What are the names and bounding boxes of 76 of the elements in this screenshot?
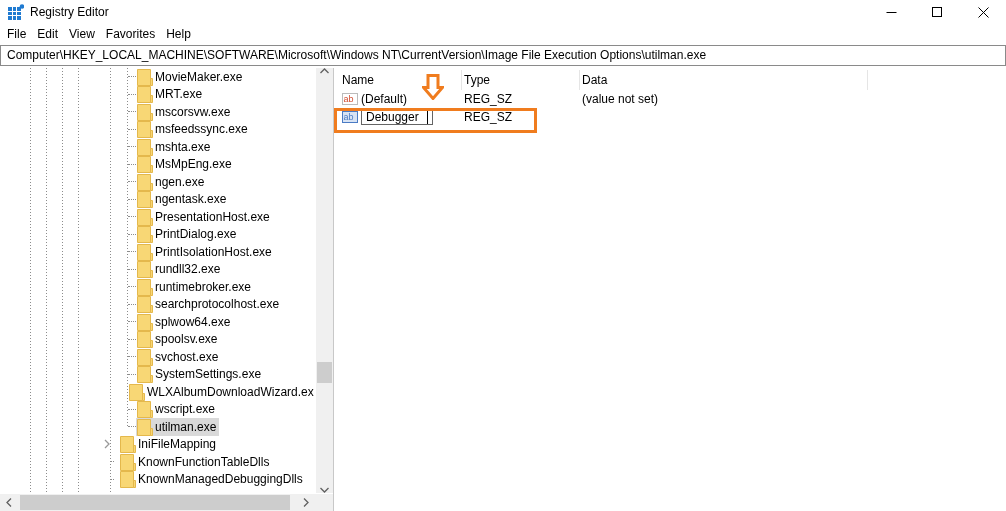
- vertical-scrollbar[interactable]: [316, 68, 333, 493]
- folder-icon: [120, 470, 136, 489]
- table-cell-text: (value not set): [581, 92, 660, 106]
- folder-icon: [137, 330, 153, 349]
- tree-item[interactable]: utilman.exe: [136, 417, 220, 436]
- folder-icon: [137, 68, 153, 86]
- folder-icon: [137, 347, 153, 366]
- address-field[interactable]: Computer\HKEY_LOCAL_MACHINE\SOFTWARE\Microsoft\Windows NT\CurrentVersion\Image File Execution Options\utilman.exe: [0, 45, 1006, 66]
- app-icon: [8, 4, 24, 20]
- tree-item[interactable]: MsMpEng.exe: [136, 155, 235, 174]
- tree-item[interactable]: svchost.exe: [136, 347, 222, 366]
- folder-icon: [137, 242, 153, 261]
- folder-icon: [137, 190, 153, 209]
- folder-icon: [137, 155, 153, 174]
- tree-item[interactable]: WLXAlbumDownloadWizard.ex: [128, 382, 316, 401]
- scroll-up-icon: [320, 68, 329, 74]
- folder-icon: [137, 260, 153, 279]
- menu-item[interactable]: Edit: [31, 27, 64, 41]
- folder-icon: [137, 417, 153, 436]
- scroll-left-icon: [6, 498, 12, 507]
- tree-item[interactable]: SystemSettings.exe: [136, 365, 265, 384]
- folder-icon: [137, 400, 153, 419]
- folder-icon: [137, 277, 153, 296]
- menu-item[interactable]: View: [63, 27, 100, 41]
- close-icon: [977, 6, 989, 18]
- maximize-icon: [931, 6, 943, 18]
- tree-item[interactable]: PrintDialog.exe: [136, 225, 240, 244]
- scroll-right-icon: [303, 498, 309, 507]
- folder-icon: [120, 452, 136, 471]
- table-cell-text: REG_SZ: [463, 110, 513, 124]
- menu-item[interactable]: Help: [160, 27, 196, 41]
- folder-icon: [137, 225, 153, 244]
- tree-item[interactable]: MRT.exe: [136, 85, 206, 104]
- scrollbar-thumb[interactable]: [20, 495, 290, 510]
- tree-item[interactable]: MovieMaker.exe: [136, 68, 246, 86]
- rename-field[interactable]: Debugger: [361, 109, 433, 125]
- tree-item[interactable]: rundll32.exe: [136, 260, 224, 279]
- scrollbar-thumb[interactable]: [317, 362, 332, 383]
- tree-item[interactable]: spoolsv.exe: [136, 330, 221, 349]
- folder-icon: [137, 137, 153, 156]
- folder-icon: [137, 312, 153, 331]
- string-value-icon: ab: [342, 91, 358, 107]
- folder-icon: [137, 120, 153, 139]
- chevron-right-icon[interactable]: [104, 439, 110, 450]
- down-arrow-icon: [422, 74, 444, 100]
- folder-icon: [137, 207, 153, 226]
- folder-icon: [137, 365, 153, 384]
- string-value-icon: ab: [342, 109, 358, 125]
- menu-item[interactable]: File: [1, 27, 32, 41]
- tree-item[interactable]: runtimebroker.exe: [136, 277, 255, 296]
- tree-item[interactable]: mscorsvw.exe: [136, 102, 234, 121]
- folder-icon: [137, 102, 153, 121]
- folder-icon: [137, 172, 153, 191]
- value-name[interactable]: (Default): [361, 92, 407, 106]
- scroll-down-icon: [320, 487, 329, 493]
- folder-icon: [137, 295, 153, 314]
- tree-item[interactable]: mshta.exe: [136, 137, 214, 156]
- tree-item[interactable]: PresentationHost.exe: [136, 207, 273, 226]
- folder-icon: [120, 435, 136, 454]
- column-header[interactable]: Data: [580, 70, 868, 90]
- tree-item[interactable]: msfeedssync.exe: [136, 120, 251, 139]
- window-title: Registry Editor: [30, 5, 109, 19]
- tree-item[interactable]: KnownFunctionTableDlls: [119, 452, 273, 471]
- table-cell-text: REG_SZ: [463, 92, 513, 106]
- tree-item[interactable]: KnownManagedDebuggingDlls: [119, 470, 306, 489]
- tree-item[interactable]: wscript.exe: [136, 400, 219, 419]
- folder-icon: [129, 382, 145, 401]
- column-header[interactable]: Type: [462, 70, 580, 90]
- menu-item[interactable]: Favorites: [99, 27, 161, 41]
- tree-item[interactable]: splwow64.exe: [136, 312, 234, 331]
- tree-item[interactable]: ngentask.exe: [136, 190, 230, 209]
- tree-item[interactable]: IniFileMapping: [119, 435, 220, 454]
- tree-item[interactable]: PrintIsolationHost.exe: [136, 242, 275, 261]
- folder-icon: [137, 85, 153, 104]
- tree-item[interactable]: ngen.exe: [136, 172, 208, 191]
- tree-item[interactable]: searchprotocolhost.exe: [136, 295, 283, 314]
